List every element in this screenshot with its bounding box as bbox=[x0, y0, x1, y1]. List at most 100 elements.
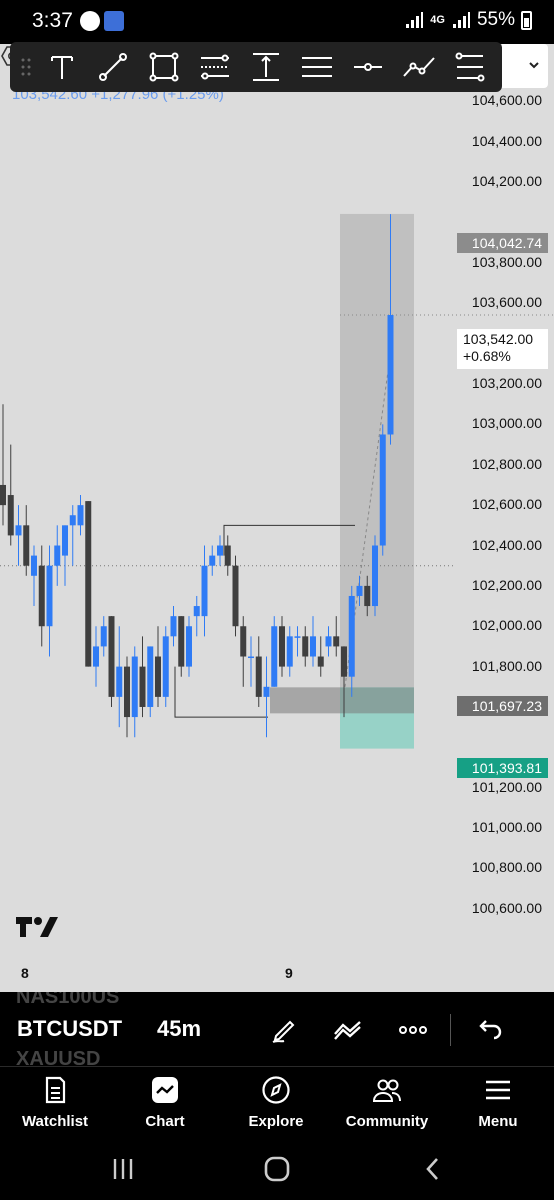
nav-chart[interactable]: Chart bbox=[115, 1075, 215, 1135]
candle-body bbox=[209, 555, 216, 566]
price-axis-label: 103,600.00 bbox=[471, 294, 542, 311]
indicators-icon[interactable] bbox=[332, 1014, 364, 1046]
alarm-signal-icon bbox=[406, 12, 424, 28]
candle-body bbox=[387, 315, 394, 435]
compass-icon bbox=[262, 1076, 290, 1104]
nav-explore[interactable]: Explore bbox=[226, 1075, 326, 1135]
nav-label-community: Community bbox=[345, 1113, 429, 1130]
candle-body bbox=[15, 525, 22, 536]
regression-button[interactable] bbox=[444, 45, 495, 89]
rectangle-icon bbox=[149, 52, 178, 82]
nav-label-watchlist: Watchlist bbox=[21, 1113, 89, 1130]
path-button[interactable] bbox=[393, 45, 444, 89]
candle-body bbox=[286, 636, 293, 667]
chart-plot[interactable] bbox=[0, 44, 554, 992]
candle-body bbox=[364, 585, 371, 607]
candle-body bbox=[170, 616, 177, 637]
candle-body bbox=[0, 484, 6, 506]
trend-line-button[interactable] bbox=[87, 45, 138, 89]
candle-body bbox=[348, 595, 355, 677]
regression-icon bbox=[455, 52, 484, 82]
status-time: 3:37 bbox=[32, 9, 73, 32]
candle-body bbox=[77, 505, 84, 526]
price-axis-label: 103,800.00 bbox=[471, 253, 542, 270]
interval-selector[interactable]: 45m bbox=[157, 1016, 201, 1042]
nav-label-chart: Chart bbox=[145, 1113, 185, 1130]
back-icon[interactable] bbox=[418, 1154, 448, 1184]
price-range-button[interactable] bbox=[240, 45, 291, 89]
rectangle-button[interactable] bbox=[138, 45, 189, 89]
candle-body bbox=[147, 646, 154, 707]
stop-price-tag: 101,393.81 bbox=[457, 758, 548, 778]
candle-body bbox=[263, 686, 270, 697]
candle-body bbox=[162, 636, 169, 697]
candle-body bbox=[325, 636, 332, 647]
price-axis-label: 104,600.00 bbox=[471, 92, 542, 109]
path-icon bbox=[402, 57, 435, 77]
chart-canvas[interactable]: 103,542.60 +1,277.96 (+1.25%) 104,800.00… bbox=[0, 44, 554, 992]
news-app-icon bbox=[104, 11, 124, 31]
price-axis-label: 103,000.00 bbox=[471, 415, 542, 432]
nav-menu[interactable]: Menu bbox=[448, 1075, 548, 1135]
nav-watchlist[interactable]: Watchlist bbox=[5, 1075, 105, 1135]
candle-body bbox=[139, 666, 146, 707]
battery-icon bbox=[521, 10, 532, 30]
candle-body bbox=[54, 545, 61, 566]
nav-label-explore: Explore bbox=[248, 1113, 304, 1130]
watchlist-icon bbox=[45, 1076, 66, 1104]
candle-body bbox=[302, 636, 309, 657]
x-label-9: 9 bbox=[285, 965, 293, 981]
fib-retracement-button[interactable] bbox=[189, 45, 240, 89]
candle-body bbox=[248, 656, 254, 659]
home-icon[interactable] bbox=[262, 1154, 292, 1184]
price-axis-label: 101,000.00 bbox=[471, 819, 542, 836]
candle-body bbox=[155, 656, 161, 697]
candle-body bbox=[62, 525, 68, 556]
price-axis-label: 102,600.00 bbox=[471, 496, 542, 513]
candle-body bbox=[46, 565, 53, 627]
system-nav-bar bbox=[0, 1136, 554, 1200]
prev-symbol[interactable]: NAS100US bbox=[16, 992, 119, 1009]
candle-body bbox=[31, 555, 37, 576]
next-symbol[interactable]: XAUUSD bbox=[16, 1048, 100, 1066]
entry-band bbox=[270, 687, 414, 714]
price-axis-label: 104,400.00 bbox=[471, 132, 542, 149]
candle-body bbox=[379, 434, 386, 546]
symbol-selector[interactable]: BTCUSDT bbox=[17, 1016, 122, 1042]
candle-body bbox=[186, 626, 192, 667]
status-icons: 4G 55% bbox=[404, 9, 532, 31]
candle-body bbox=[124, 666, 130, 718]
signal-icon bbox=[452, 12, 470, 28]
more-icon[interactable] bbox=[397, 1014, 429, 1046]
price-axis-label: 101,200.00 bbox=[471, 778, 542, 795]
candle-body bbox=[333, 636, 340, 647]
drawing-pen-icon[interactable] bbox=[268, 1014, 300, 1046]
price-axis-label: 103,200.00 bbox=[471, 375, 542, 392]
target-price-tag: 104,042.74 bbox=[457, 233, 548, 253]
recent-apps-icon[interactable] bbox=[108, 1154, 138, 1184]
chart-icon bbox=[152, 1077, 178, 1103]
candle-body bbox=[193, 606, 200, 617]
messenger-app-icon bbox=[80, 11, 100, 31]
price-range-icon bbox=[252, 53, 279, 81]
candle-body bbox=[224, 545, 231, 566]
community-icon bbox=[372, 1079, 401, 1102]
candle-body bbox=[240, 626, 247, 657]
undo-icon[interactable] bbox=[473, 1014, 505, 1046]
candle-body bbox=[279, 626, 285, 667]
chevron-down-icon bbox=[529, 62, 539, 69]
nav-community[interactable]: Community bbox=[337, 1075, 437, 1135]
tradingview-logo bbox=[14, 914, 60, 940]
drag-handle-icon[interactable] bbox=[16, 52, 36, 82]
text-tool-button[interactable] bbox=[36, 45, 87, 89]
candle-body bbox=[356, 585, 363, 596]
parallel-channel-button[interactable] bbox=[291, 45, 342, 89]
candle-body bbox=[310, 636, 316, 657]
candle-body bbox=[131, 656, 138, 718]
menu-icon bbox=[486, 1080, 510, 1100]
candle-body bbox=[7, 495, 14, 536]
horizontal-ray-button[interactable] bbox=[342, 45, 393, 89]
price-axis-label: 101,800.00 bbox=[471, 657, 542, 674]
toolbar-dropdown[interactable] bbox=[502, 44, 548, 88]
price-axis-label: 102,000.00 bbox=[471, 617, 542, 634]
